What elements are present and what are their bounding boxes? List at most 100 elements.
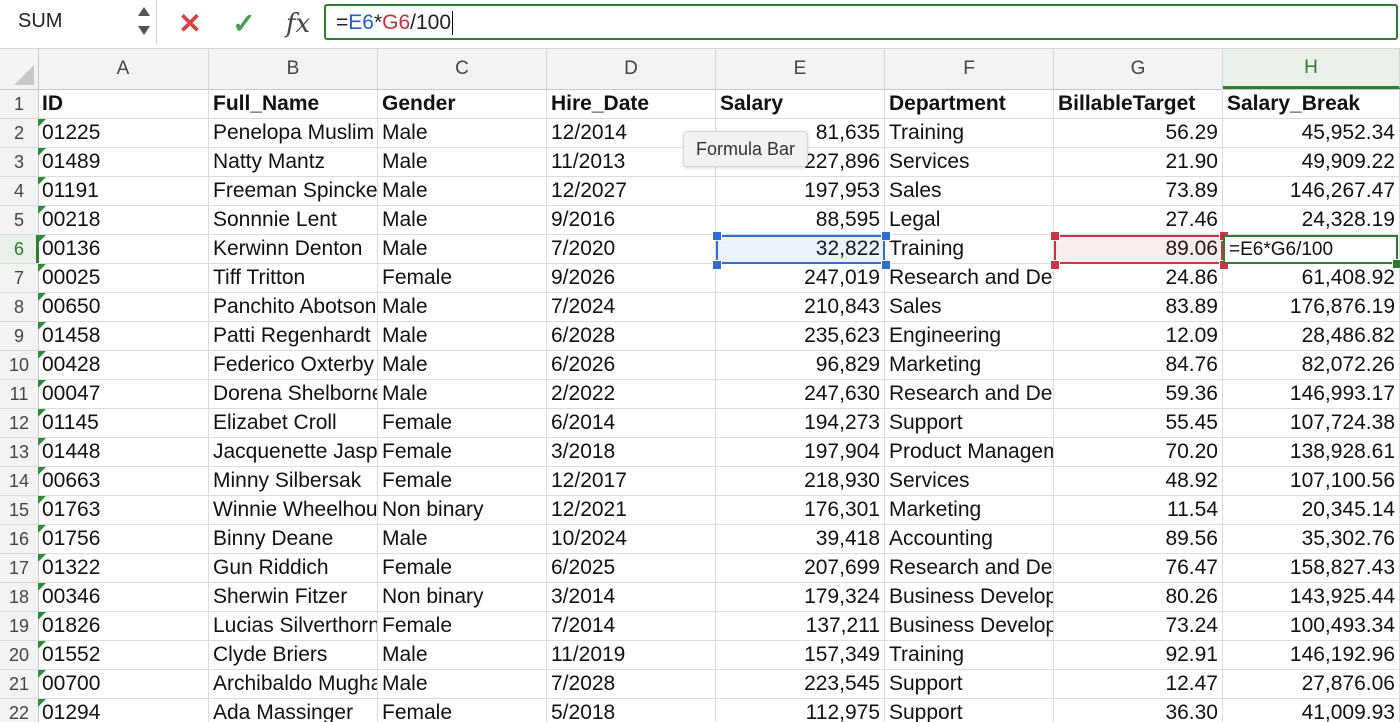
row-header-20[interactable]: 20	[0, 641, 39, 669]
cell-e21[interactable]: 223,545	[716, 670, 885, 698]
cell-f3[interactable]: Services	[885, 148, 1054, 176]
cell-c15[interactable]: Non binary	[378, 496, 547, 524]
cell-b18[interactable]: Sherwin Fitzer	[209, 583, 378, 611]
select-all-icon[interactable]	[14, 65, 34, 85]
cell-g17[interactable]: 76.47	[1054, 554, 1223, 582]
cell-a18[interactable]: 00346	[38, 583, 209, 611]
cell-c6[interactable]: Male	[378, 235, 547, 263]
cell-e13[interactable]: 197,904	[716, 438, 885, 466]
cell-f6[interactable]: Training	[885, 235, 1054, 263]
row-header-10[interactable]: 10	[0, 351, 39, 379]
row-header-18[interactable]: 18	[0, 583, 39, 611]
cell-h4[interactable]: 146,267.47	[1223, 177, 1400, 205]
cell-e17[interactable]: 207,699	[716, 554, 885, 582]
name-box[interactable]: SUM	[0, 0, 157, 44]
error-indicator-icon[interactable]	[38, 699, 46, 707]
cell-e7[interactable]: 247,019	[716, 264, 885, 292]
cell-g15[interactable]: 11.54	[1054, 496, 1223, 524]
cell-h9[interactable]: 28,486.82	[1223, 322, 1400, 350]
cell-c13[interactable]: Female	[378, 438, 547, 466]
cell-c1[interactable]: Gender	[378, 90, 547, 118]
cell-h1[interactable]: Salary_Break	[1223, 90, 1400, 118]
cell-c10[interactable]: Male	[378, 351, 547, 379]
row-header-1[interactable]: 1	[0, 90, 39, 118]
cell-f17[interactable]: Research and Development	[885, 554, 1054, 582]
cell-d16[interactable]: 10/2024	[547, 525, 716, 553]
cell-d8[interactable]: 7/2024	[547, 293, 716, 321]
cell-h5[interactable]: 24,328.19	[1223, 206, 1400, 234]
cell-c22[interactable]: Female	[378, 699, 547, 722]
cell-g4[interactable]: 73.89	[1054, 177, 1223, 205]
error-indicator-icon[interactable]	[38, 322, 46, 330]
cell-h13[interactable]: 138,928.61	[1223, 438, 1400, 466]
error-indicator-icon[interactable]	[38, 264, 46, 272]
cell-g2[interactable]: 56.29	[1054, 119, 1223, 147]
cell-f22[interactable]: Support	[885, 699, 1054, 722]
cell-c4[interactable]: Male	[378, 177, 547, 205]
cell-c3[interactable]: Male	[378, 148, 547, 176]
cell-a20[interactable]: 01552	[38, 641, 209, 669]
cell-g6[interactable]: 89.06	[1054, 235, 1223, 263]
cell-a17[interactable]: 01322	[38, 554, 209, 582]
column-header-c[interactable]: C	[378, 49, 547, 89]
cell-g3[interactable]: 21.90	[1054, 148, 1223, 176]
cell-c9[interactable]: Male	[378, 322, 547, 350]
cell-b20[interactable]: Clyde Briers	[209, 641, 378, 669]
cell-d19[interactable]: 7/2014	[547, 612, 716, 640]
cell-d6[interactable]: 7/2020	[547, 235, 716, 263]
cell-h7[interactable]: 61,408.92	[1223, 264, 1400, 292]
error-indicator-icon[interactable]	[38, 612, 46, 620]
cell-g10[interactable]: 84.76	[1054, 351, 1223, 379]
cell-h20[interactable]: 146,192.96	[1223, 641, 1400, 669]
cell-e16[interactable]: 39,418	[716, 525, 885, 553]
cell-c18[interactable]: Non binary	[378, 583, 547, 611]
error-indicator-icon[interactable]	[38, 380, 46, 388]
resize-handle[interactable]	[712, 231, 722, 241]
cell-h11[interactable]: 146,993.17	[1223, 380, 1400, 408]
cell-f2[interactable]: Training	[885, 119, 1054, 147]
resize-handle[interactable]	[1219, 231, 1229, 241]
cell-g8[interactable]: 83.89	[1054, 293, 1223, 321]
cell-c8[interactable]: Male	[378, 293, 547, 321]
select-all-corner[interactable]	[0, 49, 39, 89]
cell-d21[interactable]: 7/2028	[547, 670, 716, 698]
cell-a2[interactable]: 01225	[38, 119, 209, 147]
cell-h15[interactable]: 20,345.14	[1223, 496, 1400, 524]
cell-d15[interactable]: 12/2021	[547, 496, 716, 524]
row-header-8[interactable]: 8	[0, 293, 39, 321]
cell-e1[interactable]: Salary	[716, 90, 885, 118]
cell-h14[interactable]: 107,100.56	[1223, 467, 1400, 495]
cell-b3[interactable]: Natty Mantz	[209, 148, 378, 176]
cell-f10[interactable]: Marketing	[885, 351, 1054, 379]
cell-a15[interactable]: 01763	[38, 496, 209, 524]
cell-c7[interactable]: Female	[378, 264, 547, 292]
resize-handle[interactable]	[712, 260, 722, 270]
arrow-up-icon[interactable]	[138, 7, 150, 16]
cell-g12[interactable]: 55.45	[1054, 409, 1223, 437]
cell-h3[interactable]: 49,909.22	[1223, 148, 1400, 176]
column-header-a[interactable]: A	[38, 49, 209, 89]
cell-c16[interactable]: Male	[378, 525, 547, 553]
cell-d20[interactable]: 11/2019	[547, 641, 716, 669]
cell-g13[interactable]: 70.20	[1054, 438, 1223, 466]
cell-b10[interactable]: Federico Oxterby	[209, 351, 378, 379]
error-indicator-icon[interactable]	[38, 235, 46, 243]
cell-a12[interactable]: 01145	[38, 409, 209, 437]
cell-f15[interactable]: Marketing	[885, 496, 1054, 524]
cell-g20[interactable]: 92.91	[1054, 641, 1223, 669]
row-header-11[interactable]: 11	[0, 380, 39, 408]
error-indicator-icon[interactable]	[38, 148, 46, 156]
cell-e18[interactable]: 179,324	[716, 583, 885, 611]
cell-d12[interactable]: 6/2014	[547, 409, 716, 437]
cell-b17[interactable]: Gun Riddich	[209, 554, 378, 582]
cell-a5[interactable]: 00218	[38, 206, 209, 234]
cell-h8[interactable]: 176,876.19	[1223, 293, 1400, 321]
cell-f19[interactable]: Business Development	[885, 612, 1054, 640]
error-indicator-icon[interactable]	[38, 438, 46, 446]
resize-handle[interactable]	[881, 231, 891, 241]
error-indicator-icon[interactable]	[38, 119, 46, 127]
cell-e19[interactable]: 137,211	[716, 612, 885, 640]
row-header-4[interactable]: 4	[0, 177, 39, 205]
cell-g9[interactable]: 12.09	[1054, 322, 1223, 350]
cell-f8[interactable]: Sales	[885, 293, 1054, 321]
